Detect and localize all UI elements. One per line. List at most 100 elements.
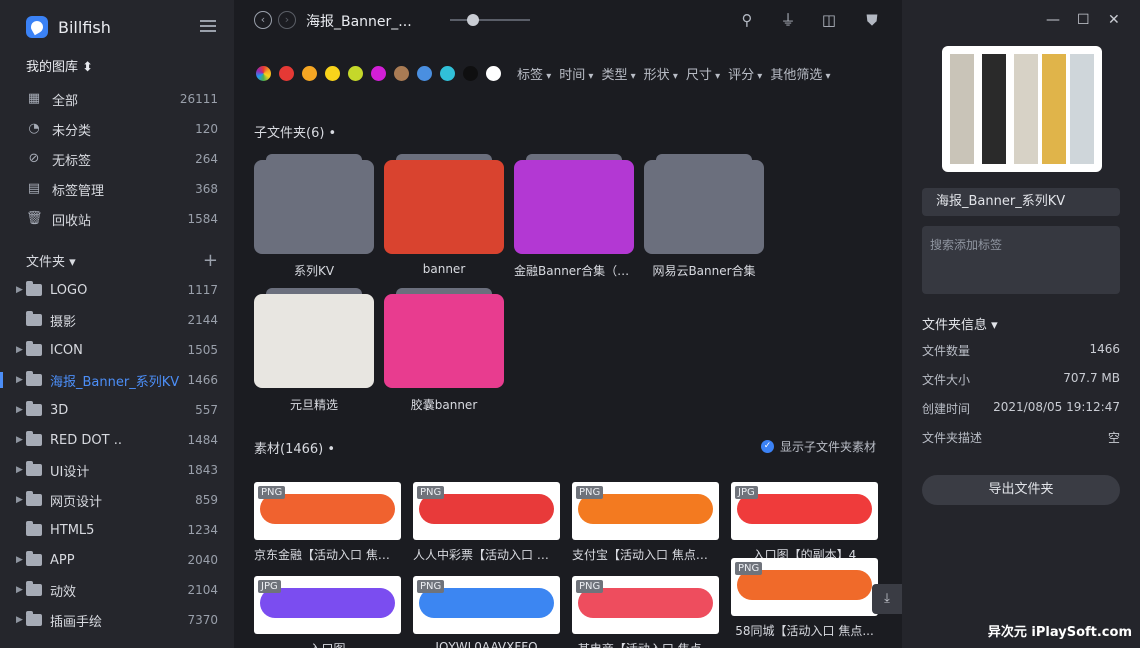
expand-arrow-icon[interactable]: ▶ — [16, 435, 26, 445]
folder-icon — [26, 371, 42, 386]
folder-item[interactable]: ▶ 动效 2104 — [0, 575, 234, 605]
subfolder-card[interactable]: 元旦精选 — [254, 288, 374, 413]
filter-dropdown[interactable]: 时间 — [559, 64, 593, 83]
forward-button[interactable]: › — [278, 11, 296, 29]
folder-item[interactable]: ▶ APP 2040 — [0, 545, 234, 575]
maximize-icon[interactable]: ☐ — [1077, 12, 1090, 28]
asset-card[interactable]: PNG 人人中彩票【活动入口 焦... — [413, 482, 560, 563]
expand-arrow-icon[interactable]: ▶ — [16, 495, 26, 505]
close-icon[interactable]: ✕ — [1108, 12, 1120, 28]
color-swatch[interactable] — [417, 66, 432, 81]
filter-dropdown[interactable]: 评分 — [728, 64, 762, 83]
folder-item[interactable]: ▶ 网页设计 859 — [0, 485, 234, 515]
expand-arrow-icon[interactable]: ▶ — [16, 405, 26, 415]
folder-item[interactable]: HTML5 1234 — [0, 515, 234, 545]
show-subfolder-assets-label: 显示子文件夹素材 — [779, 440, 876, 454]
color-swatch[interactable] — [348, 66, 363, 81]
filter-icon[interactable]: ⏚ — [779, 11, 797, 29]
asset-thumbnail: PNG — [254, 482, 401, 540]
asset-card[interactable]: PNG 58同城【活动入口 焦点... — [731, 558, 878, 639]
folder-item[interactable]: ▶ ICON 1505 — [0, 335, 234, 365]
inspector-panel: — ☐ ✕ 海报_Banner_系列KV 搜索添加标签 文件夹信息 ▾ 文件数量… — [902, 0, 1140, 648]
subfolder-card[interactable]: 胶囊banner — [384, 288, 504, 413]
color-swatch[interactable] — [302, 66, 317, 81]
folder-item[interactable]: ▶ 插画手绘 7370 — [0, 605, 234, 635]
tag-search-input[interactable]: 搜索添加标签 — [922, 226, 1120, 294]
color-swatch[interactable] — [279, 66, 294, 81]
expand-arrow-icon[interactable]: ▶ — [16, 585, 26, 595]
color-wheel-icon[interactable] — [256, 66, 271, 81]
hamburger-menu-icon[interactable] — [200, 20, 216, 32]
color-swatch[interactable] — [440, 66, 455, 81]
expand-arrow-icon[interactable]: ▶ — [16, 345, 26, 355]
asset-card[interactable]: PNG JQYWL0AAVXFFQ — [413, 576, 560, 648]
back-button[interactable]: ‹ — [254, 11, 272, 29]
asset-thumbnail: PNG — [731, 558, 878, 616]
expand-arrow-icon[interactable]: ▶ — [16, 615, 26, 625]
folder-count: 1843 — [187, 463, 218, 477]
filter-dropdown[interactable]: 尺寸 — [686, 64, 720, 83]
subfolder-card[interactable]: banner — [384, 154, 504, 276]
subfolder-card[interactable]: 网易云Banner合集 — [644, 154, 764, 279]
folder-item[interactable]: ▶ RED DOT .. 1484 — [0, 425, 234, 455]
subfolder-card[interactable]: 系列KV — [254, 154, 374, 279]
lib-item-untagged[interactable]: ⊘ 无标签 264 — [0, 144, 234, 174]
color-swatch[interactable] — [394, 66, 409, 81]
slider-knob[interactable] — [467, 14, 479, 26]
export-folder-button[interactable]: 导出文件夹 — [922, 475, 1120, 505]
asset-card[interactable]: PNG 某电商【活动入口 焦点... — [572, 576, 719, 648]
lib-item-all[interactable]: ▦ 全部 26111 — [0, 84, 234, 114]
lib-item-trash[interactable]: 🗑 回收站 1584 — [0, 204, 234, 234]
filter-dropdown[interactable]: 其他筛选 — [770, 64, 830, 83]
folder-count: 1505 — [187, 343, 218, 357]
subfolders-title[interactable]: 子文件夹(6) • — [254, 122, 336, 141]
lib-item-uncategorized[interactable]: ◔ 未分类 120 — [0, 114, 234, 144]
expand-arrow-icon[interactable]: ▶ — [16, 285, 26, 295]
folder-item[interactable]: ▶ 3D 557 — [0, 395, 234, 425]
layout-icon[interactable]: ◫ — [820, 11, 838, 29]
add-folder-icon[interactable]: + — [203, 250, 218, 271]
grid-icon: ▦ — [27, 91, 41, 106]
filter-dropdown[interactable]: 标签 — [517, 64, 551, 83]
download-icon[interactable]: ⤓ — [872, 584, 902, 614]
theme-shirt-icon[interactable]: ⛊ — [863, 11, 881, 29]
folder-info-title[interactable]: 文件夹信息 ▾ — [922, 314, 998, 333]
color-swatch[interactable] — [325, 66, 340, 81]
asset-card[interactable]: JPG 入口图 — [254, 576, 401, 648]
subfolder-card[interactable]: 金融Banner合集（包... — [514, 154, 634, 279]
library-switcher[interactable]: 我的图库 ⬍ — [26, 56, 93, 75]
expand-arrow-icon[interactable]: ▶ — [16, 465, 26, 475]
search-icon[interactable]: ⚲ — [738, 11, 756, 29]
info-key: 文件大小 — [922, 373, 971, 387]
asset-card[interactable]: JPG 入口图【的副本】4 — [731, 482, 878, 563]
asset-card[interactable]: PNG 京东金融【活动入口 焦点... — [254, 482, 401, 563]
asset-thumbnail: JPG — [731, 482, 878, 540]
info-value: 707.7 MB — [1063, 371, 1120, 385]
color-swatch[interactable] — [371, 66, 386, 81]
folder-name-field[interactable]: 海报_Banner_系列KV — [922, 188, 1120, 216]
asset-card[interactable]: PNG 支付宝【活动入口 焦点图... — [572, 482, 719, 563]
info-key: 文件夹描述 — [922, 431, 983, 445]
expand-arrow-icon[interactable]: ▶ — [16, 555, 26, 565]
color-swatch[interactable] — [463, 66, 478, 81]
color-swatch[interactable] — [486, 66, 501, 81]
folders-title[interactable]: 文件夹 ▾ — [26, 251, 203, 270]
folder-item[interactable]: ▶ 海报_Banner_系列KV 1466 — [0, 365, 234, 395]
minimize-icon[interactable]: — — [1046, 12, 1060, 28]
info-row-description: 文件夹描述 空 — [922, 429, 1120, 446]
trash-icon: 🗑 — [26, 211, 43, 226]
folder-item[interactable]: ▶ UI设计 1843 — [0, 455, 234, 485]
folder-item[interactable]: ▶ LOGO 1117 — [0, 275, 234, 305]
assets-title[interactable]: 素材(1466) • — [254, 438, 335, 457]
filter-dropdown[interactable]: 类型 — [601, 64, 635, 83]
lib-item-count: 264 — [195, 152, 218, 166]
brand: Billfish — [26, 16, 111, 38]
show-subfolder-assets-toggle[interactable]: ✓ 显示子文件夹素材 — [760, 438, 876, 455]
thumbnail-size-slider[interactable] — [450, 14, 530, 26]
asset-thumbnail: PNG — [572, 482, 719, 540]
folder-icon — [26, 341, 42, 356]
expand-arrow-icon[interactable]: ▶ — [16, 375, 26, 385]
lib-item-tag-manager[interactable]: ▤ 标签管理 368 — [0, 174, 234, 204]
filter-dropdown[interactable]: 形状 — [644, 64, 678, 83]
folder-item[interactable]: 摄影 2144 — [0, 305, 234, 335]
